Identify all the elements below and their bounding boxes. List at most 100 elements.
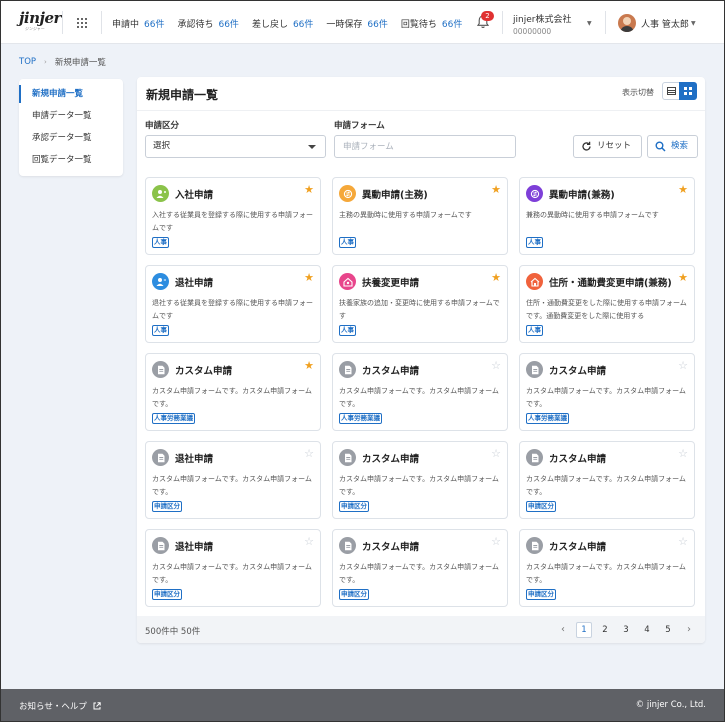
list-view-button[interactable] [662, 82, 680, 100]
reset-button[interactable]: リセット [573, 135, 642, 158]
category-tag: 人事労務業議 [526, 413, 569, 424]
prev-page-button[interactable]: ‹ [555, 622, 571, 638]
header-divider [62, 11, 63, 34]
star-outline-icon[interactable]: ☆ [678, 448, 688, 460]
card-description: 扶養家族の追加・変更時に使用する申請フォームです [339, 299, 500, 320]
star-filled-icon[interactable]: ★ [678, 272, 688, 284]
card-description: カスタム申請フォームです。カスタム申請フォームです。 [526, 475, 686, 496]
status-label: 承認待ち [177, 20, 214, 30]
request-form-card[interactable]: 退社申請 ★ 退社する従業員を登録する際に使用する申請フォームです 人事 [145, 265, 321, 343]
request-form-card[interactable]: 入社申請 ★ 入社する従業員を登録する際に使用する申請フォームです 人事 [145, 177, 321, 255]
top-header: jinjer ジンジャー 申請中 66件 承認待ち 66件 差し戻し 66件 一時保存 66件… [1, 1, 724, 44]
sidebar-item-circulation-data[interactable]: 回覧データ一覧 [19, 149, 123, 171]
category-select[interactable]: 選択 [145, 135, 326, 158]
status-item[interactable]: 差し戻し 66件 [252, 17, 313, 30]
user-avatar[interactable] [618, 14, 636, 32]
star-outline-icon[interactable]: ☆ [491, 360, 501, 372]
request-form-card[interactable]: 退社申請 ☆ カスタム申請フォームです。カスタム申請フォームです。 申請区分 [145, 441, 321, 519]
card-title: 扶養変更申請 [362, 278, 420, 289]
star-filled-icon[interactable]: ★ [304, 360, 314, 372]
page-number[interactable]: 5 [660, 622, 676, 638]
request-form-card[interactable]: カスタム申請 ☆ カスタム申請フォームです。カスタム申請フォームです。 申請区分 [519, 441, 695, 519]
card-title: 退社申請 [175, 454, 214, 465]
card-title: カスタム申請 [362, 454, 420, 465]
sidebar-item-request-data[interactable]: 申請データ一覧 [19, 105, 123, 127]
request-form-card[interactable]: 扶養変更申請 ★ 扶養家族の追加・変更時に使用する申請フォームです 人事 [332, 265, 508, 343]
status-item[interactable]: 承認待ち 66件 [177, 17, 238, 30]
star-outline-icon[interactable]: ☆ [304, 448, 314, 460]
transfer-icon [339, 185, 356, 202]
form-search-input[interactable] [334, 135, 516, 158]
card-description: カスタム申請フォームです。カスタム申請フォームです。 [339, 563, 499, 584]
status-count: 66件 [441, 20, 463, 30]
user-name[interactable]: 人事 管太郎 [641, 17, 689, 30]
status-item[interactable]: 回覧待ち 66件 [401, 17, 462, 30]
star-outline-icon[interactable]: ☆ [304, 536, 314, 548]
card-description: 退社する従業員を登録する際に使用する申請フォームです [152, 299, 313, 320]
card-description: カスタム申請フォームです。カスタム申請フォームです。 [152, 563, 312, 584]
star-filled-icon[interactable]: ★ [491, 272, 501, 284]
request-form-card[interactable]: カスタム申請 ☆ カスタム申請フォームです。カスタム申請フォームです。 申請区分 [519, 529, 695, 607]
star-filled-icon[interactable]: ★ [304, 184, 314, 196]
request-form-card[interactable]: 退社申請 ☆ カスタム申請フォームです。カスタム申請フォームです。 申請区分 [145, 529, 321, 607]
user-minus-icon [152, 273, 169, 290]
page-number[interactable]: 1 [576, 622, 592, 638]
request-form-card[interactable]: カスタム申請 ★ カスタム申請フォームです。カスタム申請フォームです。 人事労務業議 [145, 353, 321, 431]
request-form-card[interactable]: 異動申請(主務) ★ 主務の異動時に使用する申請フォームです 人事 [332, 177, 508, 255]
status-item[interactable]: 申請中 66件 [112, 17, 164, 30]
pagination: ‹ 1 2 3 4 5 › [555, 622, 697, 638]
page-number[interactable]: 2 [597, 622, 613, 638]
caret-down-icon [308, 145, 316, 149]
star-outline-icon[interactable]: ☆ [491, 448, 501, 460]
card-description: 兼務の異動時に使用する申請フォームです [526, 211, 659, 219]
sidebar-item-new-requests[interactable]: 新規申請一覧 [19, 83, 123, 105]
request-form-card[interactable]: 住所・通勤費変更申請(兼務) ★ 住所・通勤費変更をした際に使用する申請フォームです… [519, 265, 695, 343]
category-select-value: 選択 [153, 141, 171, 151]
sidebar: 新規申請一覧 申請データ一覧 承認データ一覧 回覧データ一覧 [19, 79, 123, 176]
company-switcher[interactable]: jinjer株式会社 00000000 [513, 12, 598, 36]
status-label: 一時保存 [326, 20, 363, 30]
help-link[interactable]: お知らせ・ヘルプ [19, 700, 101, 712]
star-filled-icon[interactable]: ★ [678, 184, 688, 196]
request-form-card[interactable]: カスタム申請 ☆ カスタム申請フォームです。カスタム申請フォームです。 人事労務業議 [519, 353, 695, 431]
next-page-button[interactable]: › [681, 622, 697, 638]
category-filter-label: 申請区分 [145, 121, 180, 131]
result-count: 500件中 50件 [145, 627, 201, 637]
tile-view-button[interactable] [679, 82, 697, 100]
page-number[interactable]: 4 [639, 622, 655, 638]
status-count: 66件 [292, 20, 314, 30]
chevron-down-icon[interactable]: ▼ [587, 20, 592, 27]
card-description: カスタム申請フォームです。カスタム申請フォームです。 [339, 387, 499, 408]
card-title: 異動申請(兼務) [549, 190, 615, 201]
category-tag: 申請区分 [339, 501, 369, 512]
search-button[interactable]: 検索 [647, 135, 698, 158]
breadcrumb-top-link[interactable]: TOP [19, 57, 36, 67]
status-count: 66件 [218, 20, 239, 30]
star-outline-icon[interactable]: ☆ [491, 536, 501, 548]
card-description: 住所・通勤費変更をした際に使用する申請フォームです。通勤費変更をした際に使用する [526, 299, 687, 320]
request-form-card[interactable]: カスタム申請 ☆ カスタム申請フォームです。カスタム申請フォームです。 申請区分 [332, 441, 508, 519]
search-label: 検索 [671, 141, 689, 151]
list-view-icon [667, 87, 676, 95]
document-icon [339, 361, 356, 378]
star-outline-icon[interactable]: ☆ [678, 360, 688, 372]
card-title: カスタム申請 [175, 366, 233, 377]
status-item[interactable]: 一時保存 66件 [326, 17, 387, 30]
header-divider [101, 11, 102, 34]
star-filled-icon[interactable]: ★ [491, 184, 501, 196]
app-grid-icon[interactable] [77, 18, 87, 28]
status-count: 66件 [367, 20, 388, 30]
request-form-card[interactable]: 異動申請(兼務) ★ 兼務の異動時に使用する申請フォームです 人事 [519, 177, 695, 255]
document-icon [526, 537, 543, 554]
jinjer-logo[interactable]: jinjer ジンジャー [19, 10, 61, 34]
request-form-card[interactable]: カスタム申請 ☆ カスタム申請フォームです。カスタム申請フォームです。 人事労務業議 [332, 353, 508, 431]
star-outline-icon[interactable]: ☆ [678, 536, 688, 548]
card-title: カスタム申請 [549, 366, 607, 377]
header-divider [502, 11, 503, 34]
chevron-down-icon[interactable]: ▼ [691, 20, 696, 27]
card-description: カスタム申請フォームです。カスタム申請フォームです。 [152, 387, 312, 408]
page-number[interactable]: 3 [618, 622, 634, 638]
sidebar-item-approval-data[interactable]: 承認データ一覧 [19, 127, 123, 149]
star-filled-icon[interactable]: ★ [304, 272, 314, 284]
request-form-card[interactable]: カスタム申請 ☆ カスタム申請フォームです。カスタム申請フォームです。 申請区分 [332, 529, 508, 607]
